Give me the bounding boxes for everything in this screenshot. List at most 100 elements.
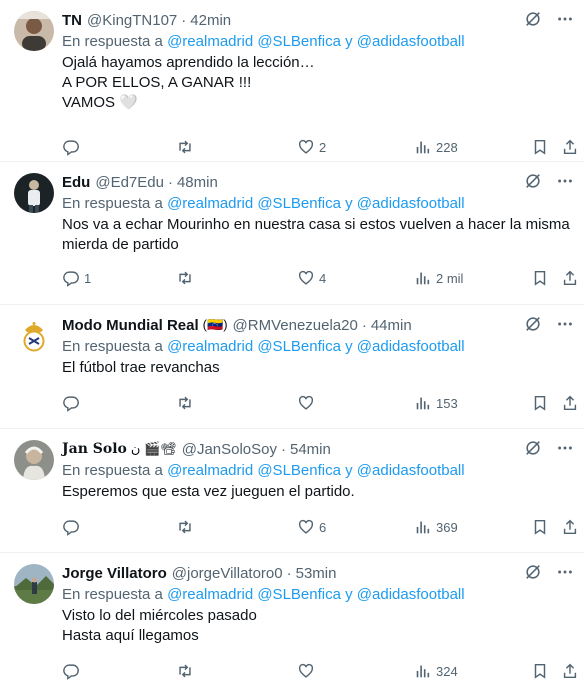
views-button[interactable]: 324: [414, 651, 458, 691]
share-icon: [563, 519, 577, 535]
views-icon: [416, 272, 430, 285]
grok-icon[interactable]: [524, 439, 542, 457]
user-handle[interactable]: @KingTN107: [87, 12, 177, 29]
separator-dot: ·: [167, 173, 173, 191]
tweet[interactable]: TN @KingTN107 · 42min En respuesta a @re…: [0, 0, 584, 162]
share-button[interactable]: [561, 383, 579, 423]
like-button[interactable]: [297, 651, 319, 691]
mention-link[interactable]: @adidasfootball: [357, 195, 465, 212]
views-count: 2 mil: [436, 270, 464, 286]
tweet[interactable]: Jorge Villatoro @jorgeVillatoro0 · 53min…: [0, 553, 584, 691]
bookmark-button[interactable]: [531, 507, 549, 547]
bookmark-button[interactable]: [531, 651, 549, 691]
retweet-button[interactable]: [176, 507, 198, 547]
share-button[interactable]: [561, 258, 579, 298]
display-name[interactable]: Jan Solo: [62, 441, 127, 457]
avatar[interactable]: [14, 11, 54, 51]
display-name[interactable]: TN: [62, 12, 82, 29]
tweet-text: Visto lo del miércoles pasado Hasta aquí…: [62, 607, 257, 644]
tweet[interactable]: Edu @Ed7Edu · 48min En respuesta a @real…: [0, 162, 584, 305]
retweet-icon: [179, 664, 191, 678]
tweet-text: Ojalá hayamos aprendido la lección… A PO…: [62, 54, 315, 111]
action-bar: 153: [62, 383, 577, 423]
mention-links[interactable]: @realmadrid @SLBenfica: [167, 338, 341, 355]
bookmark-button[interactable]: [531, 383, 549, 423]
like-icon: [298, 270, 314, 285]
share-button[interactable]: [561, 651, 579, 691]
like-button[interactable]: 6: [297, 507, 326, 547]
like-count: 2: [319, 139, 327, 155]
bookmark-button[interactable]: [531, 258, 549, 298]
like-button[interactable]: 4: [297, 258, 326, 298]
like-button[interactable]: [297, 383, 319, 423]
more-icon[interactable]: [556, 563, 574, 581]
tweet-top-actions: [524, 10, 574, 28]
timestamp[interactable]: 44min: [371, 317, 412, 334]
retweet-icon: [179, 520, 191, 534]
reply-button[interactable]: 1: [62, 258, 91, 298]
reply-context: En respuesta a @realmadrid @SLBenfica y …: [62, 462, 572, 479]
mention-connector: y: [345, 33, 353, 50]
display-name[interactable]: Jorge Villatoro: [62, 565, 167, 582]
retweet-button[interactable]: [176, 127, 198, 167]
avatar[interactable]: [14, 173, 54, 213]
grok-icon[interactable]: [524, 563, 542, 581]
timestamp[interactable]: 42min: [190, 12, 231, 29]
display-name[interactable]: Modo Mundial Real: [62, 317, 199, 334]
mention-link[interactable]: @adidasfootball: [357, 586, 465, 603]
timestamp[interactable]: 54min: [290, 441, 331, 458]
share-button[interactable]: [561, 507, 579, 547]
reply-prefix: En respuesta a: [62, 462, 163, 479]
mention-link[interactable]: @adidasfootball: [357, 338, 465, 355]
like-button[interactable]: 2: [297, 127, 326, 167]
avatar[interactable]: [14, 316, 54, 356]
reply-prefix: En respuesta a: [62, 586, 163, 603]
reply-button[interactable]: [62, 127, 84, 167]
avatar[interactable]: [14, 564, 54, 604]
reply-context: En respuesta a @realmadrid @SLBenfica y …: [62, 338, 572, 355]
tweet[interactable]: Jan Solo ن 🎬📽 @JanSoloSoy · 54min En res…: [0, 429, 584, 553]
tweet-top-actions: [524, 172, 574, 190]
retweet-button[interactable]: [176, 383, 198, 423]
bookmark-button[interactable]: [531, 127, 549, 167]
reply-icon: [63, 396, 79, 412]
user-handle[interactable]: @JanSoloSoy: [182, 441, 277, 458]
retweet-button[interactable]: [176, 258, 198, 298]
share-button[interactable]: [561, 127, 579, 167]
reply-context: En respuesta a @realmadrid @SLBenfica y …: [62, 33, 572, 50]
user-handle[interactable]: @Ed7Edu: [95, 174, 164, 191]
reply-button[interactable]: [62, 383, 84, 423]
timestamp[interactable]: 48min: [177, 174, 218, 191]
share-icon: [563, 139, 577, 155]
avatar[interactable]: [14, 440, 54, 480]
more-icon[interactable]: [556, 315, 574, 333]
views-button[interactable]: 2 mil: [414, 258, 463, 298]
mention-links[interactable]: @realmadrid @SLBenfica: [167, 195, 341, 212]
views-button[interactable]: 369: [414, 507, 458, 547]
grok-icon[interactable]: [524, 315, 542, 333]
reply-feed: TN @KingTN107 · 42min En respuesta a @re…: [0, 0, 584, 691]
mention-links[interactable]: @realmadrid @SLBenfica: [167, 586, 341, 603]
mention-connector: y: [345, 586, 353, 603]
timestamp[interactable]: 53min: [296, 565, 337, 582]
more-icon[interactable]: [556, 10, 574, 28]
mention-connector: y: [345, 338, 353, 355]
display-name[interactable]: Edu: [62, 174, 90, 191]
mention-link[interactable]: @adidasfootball: [357, 462, 465, 479]
retweet-button[interactable]: [176, 651, 198, 691]
grok-icon[interactable]: [524, 172, 542, 190]
reply-button[interactable]: [62, 651, 84, 691]
mention-links[interactable]: @realmadrid @SLBenfica: [167, 33, 341, 50]
user-handle[interactable]: @jorgeVillatoro0: [172, 565, 283, 582]
reply-button[interactable]: [62, 507, 84, 547]
views-button[interactable]: 228: [414, 127, 458, 167]
mention-link[interactable]: @adidasfootball: [357, 33, 465, 50]
grok-icon[interactable]: [524, 10, 542, 28]
user-handle[interactable]: @RMVenezuela20: [233, 317, 358, 334]
more-icon[interactable]: [556, 439, 574, 457]
more-icon[interactable]: [556, 172, 574, 190]
reply-prefix: En respuesta a: [62, 195, 163, 212]
views-button[interactable]: 153: [414, 383, 458, 423]
tweet[interactable]: Modo Mundial Real (🇻🇪) @RMVenezuela20 · …: [0, 305, 584, 429]
mention-links[interactable]: @realmadrid @SLBenfica: [167, 462, 341, 479]
